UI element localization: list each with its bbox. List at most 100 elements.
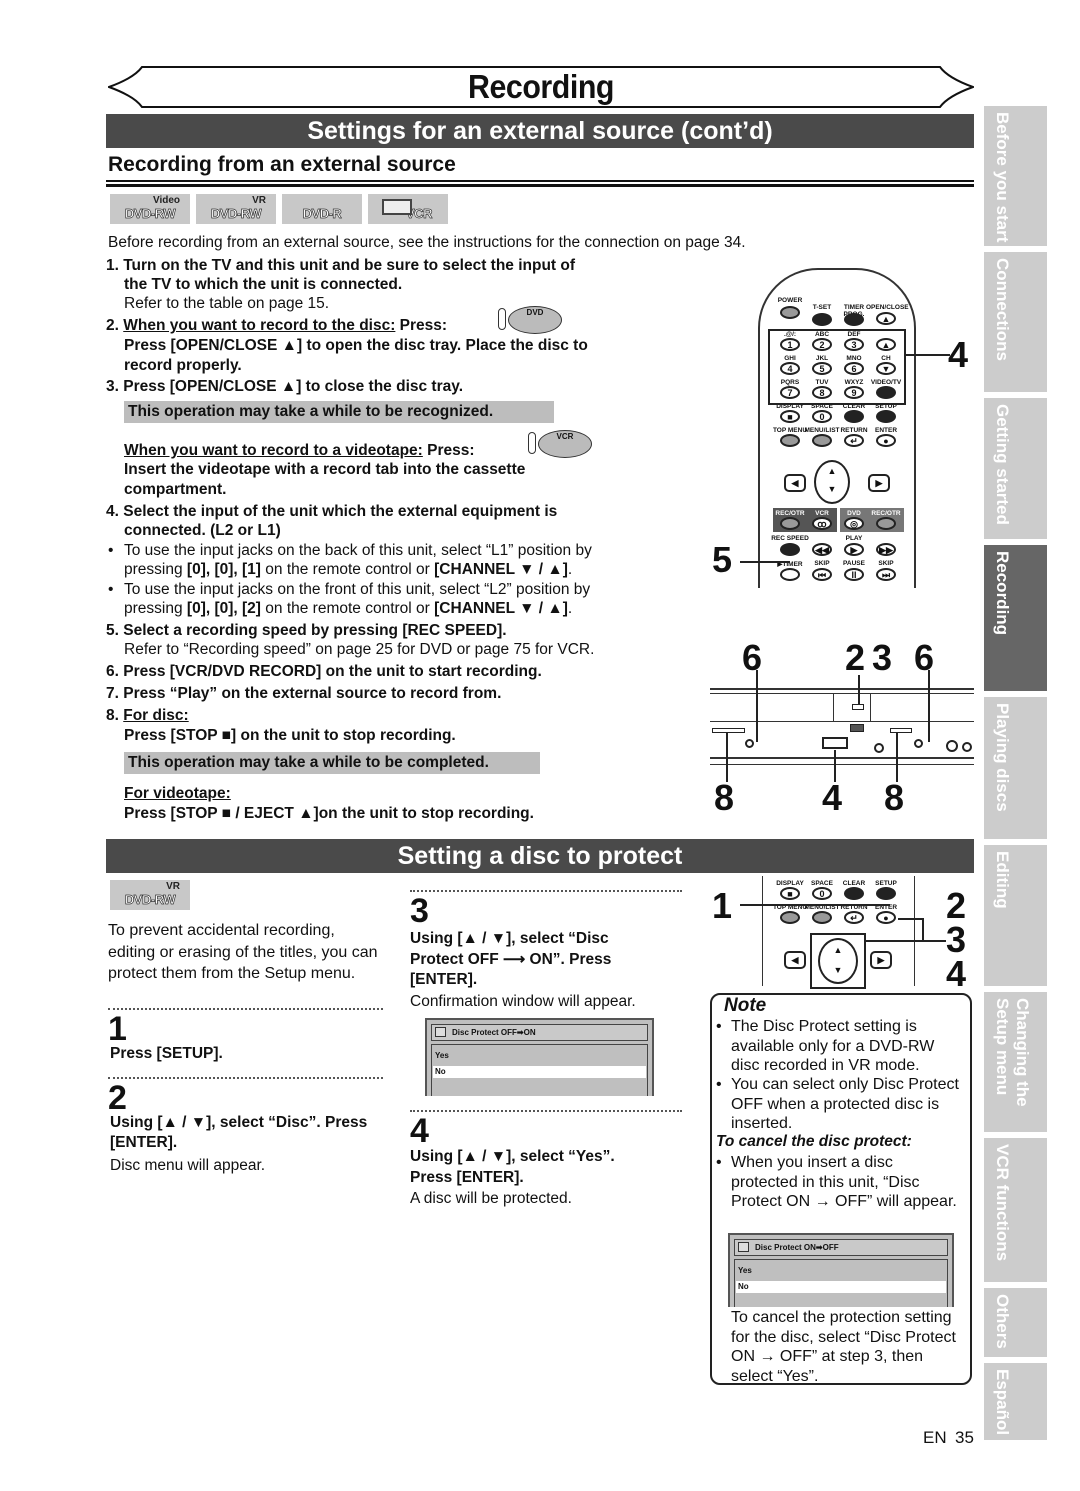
display-button[interactable]: ■: [780, 887, 800, 900]
option-yes[interactable]: Yes: [736, 1265, 946, 1277]
top-menu-button[interactable]: [780, 911, 800, 924]
sidebar-tab-others[interactable]: Others: [984, 1288, 1047, 1357]
note-heading: Note: [724, 995, 767, 1016]
panel-line: [710, 757, 974, 759]
text: .: [567, 561, 573, 578]
callout-1: 1: [712, 885, 733, 926]
sidebar-tab-label: Español: [993, 1369, 1012, 1436]
remote-edge: [762, 876, 763, 986]
subheading: Recording from an external source: [108, 153, 456, 176]
arrow-right-key[interactable]: ▶: [870, 951, 892, 969]
step7-heading: 7. Press “Play” on the external source t…: [106, 685, 502, 702]
dotted-divider: [108, 1077, 383, 1079]
timer-button[interactable]: [780, 568, 800, 581]
cancel-heading: To cancel the disc protect:: [716, 1133, 912, 1150]
dvd-rec-otr-button[interactable]: [876, 517, 896, 530]
arrow-up-down-keys[interactable]: ▲ ▼: [814, 460, 850, 504]
panel-line: [710, 693, 974, 694]
step-3-note: Confirmation window will appear.: [410, 993, 636, 1010]
power-button[interactable]: [780, 306, 800, 319]
top-menu-button[interactable]: [780, 434, 800, 447]
option-no-selected[interactable]: No: [736, 1281, 946, 1293]
sidebar-tab-label: Editing: [993, 851, 1012, 909]
enter-button[interactable]: ●: [876, 911, 896, 924]
sidebar-tab-changing-the-setup-menu[interactable]: Changing the Setup menu: [984, 992, 1047, 1132]
rec-speed-button[interactable]: [780, 543, 800, 556]
timer-prog-button[interactable]: [844, 313, 864, 326]
arrow-left-key[interactable]: ◀: [784, 474, 806, 492]
press-label: Press:: [422, 442, 475, 459]
sidebar-tab-recording[interactable]: Recording: [984, 545, 1047, 691]
remote-key-label: REC SPEED: [771, 535, 809, 542]
badge-mode: VR: [166, 881, 180, 892]
setup-button[interactable]: [876, 410, 896, 423]
enter-button[interactable]: ●: [876, 434, 896, 447]
step-4-note: A disc will be protected.: [410, 1190, 572, 1207]
callout-line: [866, 940, 946, 942]
play-button[interactable]: ▶: [844, 543, 864, 556]
page-title-banner: Recording: [108, 66, 974, 108]
vcr-select-button[interactable]: ꝏ: [812, 517, 832, 530]
panel-line: [710, 764, 974, 765]
confirm-window-protect-off: Disc Protect ON➡OFF Yes No: [728, 1233, 954, 1307]
dvd-transport-buttons: [890, 728, 912, 733]
bullet2-line2: pressing [0], [0], [2] on the remote con…: [124, 599, 572, 619]
step2-line3: record properly.: [124, 357, 242, 374]
space-zero-button[interactable]: 0: [812, 887, 832, 900]
clear-button[interactable]: [844, 887, 864, 900]
return-button[interactable]: ↵: [844, 911, 864, 924]
sidebar-tab-español[interactable]: Español: [984, 1363, 1047, 1440]
step-4-number: 4: [410, 1112, 429, 1150]
key-sequence: [0], [0], [1]: [186, 561, 261, 578]
step-2-text: Using [▲ / ▼], select “Disc”. Press [ENT…: [110, 1114, 368, 1151]
menu-list-button[interactable]: [812, 434, 832, 447]
sidebar-tab-getting-started[interactable]: Getting started: [984, 398, 1047, 539]
cancel-bullet: When you insert a disc protected in this…: [731, 1154, 957, 1210]
remote-key-label: PLAY: [845, 535, 863, 542]
skip-forward-button[interactable]: ⏭: [876, 568, 896, 581]
window-title-bar: Disc Protect OFF➡ON: [431, 1024, 648, 1041]
t-set-button[interactable]: [812, 313, 832, 326]
step-number: 2.: [106, 317, 119, 334]
setup-button[interactable]: [876, 887, 896, 900]
skip-back-button[interactable]: ⏮: [812, 568, 832, 581]
sidebar-tab-playing-discs[interactable]: Playing discs: [984, 697, 1047, 839]
badge-label: DVD-RW: [124, 206, 176, 222]
step4-heading: 4. Select the input of the unit which th…: [106, 503, 558, 520]
step-2-note: Disc menu will appear.: [110, 1157, 266, 1174]
space-zero-button[interactable]: 0: [812, 410, 832, 423]
vcr-transport-buttons: [712, 728, 745, 733]
bullet-dot: •: [108, 542, 114, 559]
clear-button[interactable]: [844, 410, 864, 423]
for-disc-label: For disc:: [123, 707, 189, 724]
text: pressing: [124, 561, 187, 578]
bullet1-line2: pressing [0], [0], [1] on the remote con…: [124, 560, 572, 580]
step8-tape-text: Press [STOP ■ / EJECT ▲]on the unit to s…: [124, 805, 534, 822]
badge-label: DVD-R: [302, 206, 342, 222]
pause-button[interactable]: II: [844, 568, 864, 581]
callout-line: [928, 670, 930, 742]
display-button[interactable]: ■: [780, 410, 800, 423]
option-no-selected[interactable]: No: [433, 1066, 646, 1078]
sidebar-tab-vcr-functions[interactable]: VCR functions: [984, 1138, 1047, 1282]
vcr-rec-otr-button[interactable]: [780, 517, 800, 530]
sidebar-tab-label: Changing the Setup menu: [993, 998, 1032, 1107]
remote-key-label: OPEN/CLOSE: [866, 304, 909, 311]
arrow-left-key[interactable]: ◀: [784, 951, 806, 969]
key-sequence: [0], [0], [2]: [186, 600, 261, 617]
fast-forward-button[interactable]: ▶▶: [876, 543, 896, 556]
option-yes[interactable]: Yes: [433, 1050, 646, 1062]
return-button[interactable]: ↵: [844, 434, 864, 447]
badge-label: DVD-RW: [210, 206, 262, 222]
panel-line: [710, 688, 974, 690]
sidebar-tab-editing[interactable]: Editing: [984, 845, 1047, 986]
arrow-right-key[interactable]: ▶: [868, 474, 890, 492]
sidebar-tab-connections[interactable]: Connections: [984, 252, 1047, 392]
menu-list-button[interactable]: [812, 911, 832, 924]
callout-2: 2: [845, 637, 866, 678]
rewind-button[interactable]: ◀◀: [812, 543, 832, 556]
dvd-select-button[interactable]: ◎: [844, 517, 864, 530]
sidebar-tab-label: Getting started: [993, 404, 1012, 525]
open-close-button[interactable]: ▲: [876, 312, 896, 325]
sidebar-tab-before-you-start[interactable]: Before you start: [984, 106, 1047, 246]
